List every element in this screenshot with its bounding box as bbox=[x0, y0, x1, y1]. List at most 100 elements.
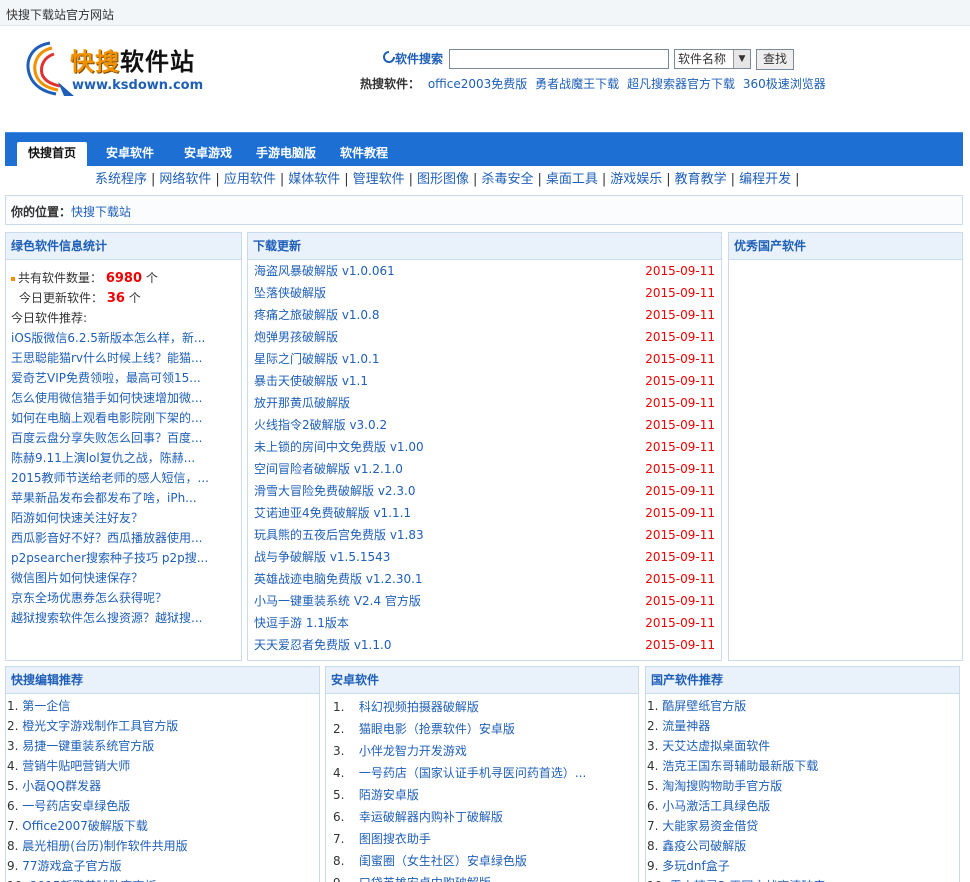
list-item-link[interactable]: 77游戏盒子官方版 bbox=[22, 859, 121, 873]
download-row: 小马一键重装系统 V2.4 官方版 2015-09-11 bbox=[254, 590, 715, 612]
recommend-link[interactable]: 越狱搜索软件怎么搜资源？越狱搜... bbox=[11, 608, 236, 628]
category-link[interactable]: 应用软件 bbox=[224, 172, 276, 187]
download-link[interactable]: 滑雪大冒险免费破解版 v2.3.0 bbox=[254, 484, 415, 498]
hot-link[interactable]: 360极速浏览器 bbox=[743, 77, 826, 91]
download-link[interactable]: 暴击天使破解版 v1.1 bbox=[254, 374, 368, 388]
download-link[interactable]: 英雄战迹电脑免费版 v1.2.30.1 bbox=[254, 572, 423, 586]
nav-mobile-pc[interactable]: 手游电脑版 bbox=[250, 142, 322, 167]
download-link[interactable]: 战与争破解版 v1.5.1543 bbox=[254, 550, 390, 564]
category-link[interactable]: 系统程序 bbox=[95, 172, 147, 187]
list-item-link[interactable]: 小伴龙智力开发游戏 bbox=[359, 744, 467, 758]
hot-link[interactable]: 超凡搜索器官方下载 bbox=[627, 77, 735, 91]
search-input[interactable] bbox=[449, 49, 669, 69]
recommend-link[interactable]: 百度云盘分享失败怎么回事？百度... bbox=[11, 428, 236, 448]
category-nav: 系统程序 | 网络软件 | 应用软件 | 媒体软件 | 管理软件 | 图形图像 | 杀毒安全 | 桌面工具 |… bbox=[95, 172, 800, 187]
category-link[interactable]: 教育教学 bbox=[675, 172, 727, 187]
download-link[interactable]: 小马一键重装系统 V2.4 官方版 bbox=[254, 594, 421, 608]
list-item-link[interactable]: 科幻视频拍摄器破解版 bbox=[359, 700, 479, 714]
recommend-link[interactable]: 京东全场优惠券怎么获得呢？ bbox=[11, 588, 236, 608]
download-link[interactable]: 放开那黄瓜破解版 bbox=[254, 396, 350, 410]
hot-link[interactable]: 勇者战魔王下载 bbox=[535, 77, 619, 91]
list-item-link[interactable]: 浩克王国东哥辅助最新版下载 bbox=[662, 759, 818, 773]
category-link[interactable]: 编程开发 bbox=[739, 172, 791, 187]
list-item-link[interactable]: 一号药店（国家认证手机寻医问药首选）... bbox=[359, 766, 586, 780]
list-item-link[interactable]: 陌游安卓版 bbox=[359, 788, 419, 802]
list-item-link[interactable]: 猫眼电影（抢票软件）安卓版 bbox=[359, 722, 515, 736]
download-date: 2015-09-11 bbox=[645, 506, 715, 520]
category-link[interactable]: 管理软件 bbox=[353, 172, 405, 187]
category-link[interactable]: 杀毒安全 bbox=[481, 172, 533, 187]
recommend-link[interactable]: p2psearcher搜索种子技巧 p2p搜... bbox=[11, 548, 236, 568]
download-link[interactable]: 炮弹男孩破解版 bbox=[254, 330, 338, 344]
recommend-link[interactable]: 怎么使用微信猎手如何快速增加微... bbox=[11, 388, 236, 408]
download-link[interactable]: 海盗风暴破解版 v1.0.061 bbox=[254, 264, 395, 278]
recommend-link[interactable]: 如何在电脑上观看电影院刚下架的... bbox=[11, 408, 236, 428]
category-link[interactable]: 媒体软件 bbox=[288, 172, 340, 187]
list-item-link[interactable]: 大能家易资金借贷 bbox=[662, 819, 758, 833]
download-date: 2015-09-11 bbox=[645, 638, 715, 652]
nav-home[interactable]: 快搜首页 bbox=[17, 142, 87, 167]
recommend-link[interactable]: 西瓜影音好不好？西瓜播放器使用... bbox=[11, 528, 236, 548]
recommend-link[interactable]: 爱奇艺VIP免费领啦，最高可领15... bbox=[11, 368, 236, 388]
recommend-link[interactable]: iOS版微信6.2.5新版本怎么样，新... bbox=[11, 328, 236, 348]
list-item-link[interactable]: 幸运破解器内购补丁破解版 bbox=[359, 810, 503, 824]
list-item-link[interactable]: 淘淘搜购物助手官方版 bbox=[662, 779, 782, 793]
recommend-link[interactable]: 2015教师节送给老师的感人短信，... bbox=[11, 468, 236, 488]
list-item-link[interactable]: 橙光文字游戏制作工具官方版 bbox=[22, 719, 178, 733]
list-item-link[interactable]: 易捷一键重装系统官方版 bbox=[22, 739, 154, 753]
logo-domain: www.ksdown.com bbox=[72, 78, 204, 93]
recommend-link[interactable]: 微信图片如何快速保存？ bbox=[11, 568, 236, 588]
list-item-link[interactable]: 鑫疫公司破解版 bbox=[662, 839, 746, 853]
download-date: 2015-09-11 bbox=[645, 352, 715, 366]
category-link[interactable]: 游戏娱乐 bbox=[610, 172, 662, 187]
nav-tutorials[interactable]: 软件教程 bbox=[331, 142, 397, 167]
list-item-link[interactable]: 多玩dnf盒子 bbox=[662, 859, 729, 873]
download-link[interactable]: 疼痛之旅破解版 v1.0.8 bbox=[254, 308, 379, 322]
list-item-link[interactable]: 营销牛贴吧营销大师 bbox=[22, 759, 130, 773]
download-link[interactable]: 快逗手游 1.1版本 bbox=[254, 616, 349, 630]
nav-android-software[interactable]: 安卓软件 bbox=[97, 142, 163, 167]
search-type-select[interactable]: 软件名称 ▼ bbox=[674, 49, 751, 69]
list-item-link[interactable]: 流量神器 bbox=[662, 719, 710, 733]
search-button[interactable]: 查找 bbox=[756, 49, 794, 70]
list-item-link[interactable]: 天艾达虚拟桌面软件 bbox=[662, 739, 770, 753]
list-item-link[interactable]: 酷屏壁纸官方版 bbox=[662, 699, 746, 713]
hot-link[interactable]: office2003免费版 bbox=[428, 77, 527, 91]
today-count: 36 bbox=[106, 291, 125, 306]
list-item: 3. 小伴龙智力开发游戏 bbox=[327, 740, 637, 762]
category-link[interactable]: 桌面工具 bbox=[546, 172, 598, 187]
list-item-link[interactable]: 第一企信 bbox=[22, 699, 70, 713]
list-item-link[interactable]: 一号药店安卓绿色版 bbox=[22, 799, 130, 813]
download-link[interactable]: 玩具熊的五夜后宫免费版 v1.83 bbox=[254, 528, 424, 542]
downloads-panel-title: 下载更新 bbox=[248, 233, 721, 260]
download-link[interactable]: 火线指令2破解版 v3.0.2 bbox=[254, 418, 387, 432]
list-item-link[interactable]: 晨光相册(台历)制作软件共用版 bbox=[22, 839, 187, 853]
recommend-link[interactable]: 王思聪能猫rv什么时候上线？能猫... bbox=[11, 348, 236, 368]
download-link[interactable]: 星际之门破解版 v1.0.1 bbox=[254, 352, 379, 366]
today-count-row: 今日更新软件： 36 个 bbox=[19, 291, 141, 306]
list-item-number: 6. bbox=[647, 799, 659, 813]
download-link[interactable]: 未上锁的房间中文免费版 v1.00 bbox=[254, 440, 424, 454]
download-link[interactable]: 空间冒险者破解版 v1.2.1.0 bbox=[254, 462, 403, 476]
list-item-link[interactable]: 闺蜜圈（女生社区）安卓绿色版 bbox=[359, 854, 527, 868]
recommend-link[interactable]: 陈赫9.11上演lol复仇之战，陈赫... bbox=[11, 448, 236, 468]
download-row: 滑雪大冒险免费破解版 v2.3.0 2015-09-11 bbox=[254, 480, 715, 502]
download-link[interactable]: 艾诺迪亚4免费破解版 v1.1.1 bbox=[254, 506, 411, 520]
list-item-number: 3. bbox=[333, 744, 345, 758]
list-item-link[interactable]: Office2007破解版下载 bbox=[22, 819, 148, 833]
list-item-link[interactable]: 小磊QQ群发器 bbox=[22, 779, 101, 793]
breadcrumb-home-link[interactable]: 快搜下载站 bbox=[71, 203, 131, 220]
list-item-link[interactable]: 图图搜衣助手 bbox=[359, 832, 431, 846]
list-item-link[interactable]: 小马激活工具绿色版 bbox=[662, 799, 770, 813]
nav-android-games[interactable]: 安卓游戏 bbox=[175, 142, 241, 167]
category-link[interactable]: 图形图像 bbox=[417, 172, 469, 187]
download-link[interactable]: 天天爱忍者免费版 v1.1.0 bbox=[254, 638, 391, 652]
download-date: 2015-09-11 bbox=[645, 550, 715, 564]
download-link[interactable]: 坠落侠破解版 bbox=[254, 286, 326, 300]
category-link[interactable]: 网络软件 bbox=[159, 172, 211, 187]
recommend-link[interactable]: 苹果新品发布会都发布了啥，iPh... bbox=[11, 488, 236, 508]
list-item-link[interactable]: 口袋英雄安卓内购破解版 bbox=[359, 876, 491, 882]
hot-label: 热搜软件： bbox=[360, 77, 421, 91]
recommend-link[interactable]: 陌游如何快速关注好友？ bbox=[11, 508, 236, 528]
site-logo[interactable]: 快搜软件站 www.ksdown.com bbox=[22, 38, 212, 98]
